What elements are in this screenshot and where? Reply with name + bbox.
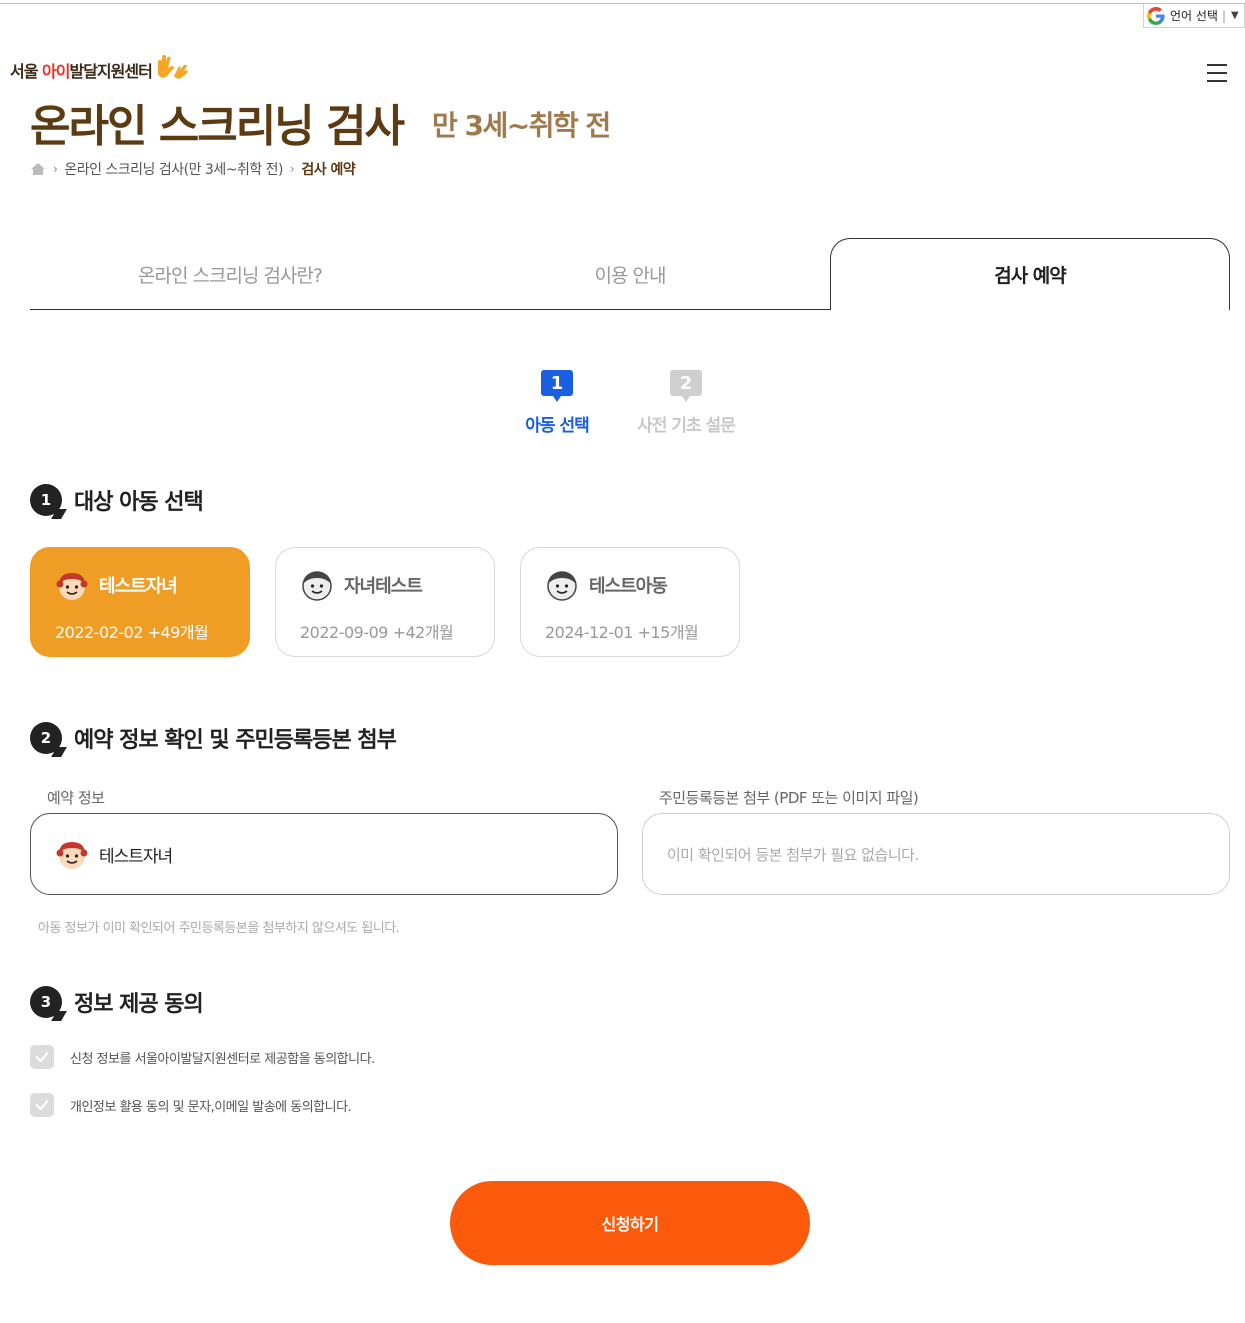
child-card[interactable]: 자녀테스트 2022-09-09 +42개월	[275, 547, 495, 657]
logo-text: 서울 아이발달지원센터	[10, 62, 153, 81]
child-name: 테스트아동	[589, 576, 668, 597]
attachment-placeholder: 이미 확인되어 등본 첨부가 필요 없습니다.	[667, 845, 919, 864]
child-birth-info: 2022-02-02 +49개월	[55, 623, 209, 642]
chevron-right-icon: ›	[290, 162, 295, 176]
child-card-selected[interactable]: 테스트자녀 2022-02-02 +49개월	[30, 547, 250, 657]
step-number: 2	[670, 370, 702, 402]
child-birth-info: 2024-12-01 +15개월	[545, 623, 699, 642]
section-heading: 3 정보 제공 동의	[30, 986, 204, 1018]
step-label: 아동 선택	[525, 416, 589, 436]
attachment-label: 주민등록등본 첨부 (PDF 또는 이미지 파일)	[659, 789, 919, 807]
section-title: 예약 정보 확인 및 주민등록등본 첨부	[74, 728, 397, 753]
section-title: 정보 제공 동의	[74, 992, 204, 1017]
page-title: 온라인 스크리닝 검사	[30, 101, 405, 152]
dropdown-arrow-icon: ▼	[1231, 10, 1239, 21]
section-heading: 1 대상 아동 선택	[30, 484, 204, 516]
tab-test-reservation[interactable]: 검사 예약	[830, 238, 1230, 310]
top-border	[0, 3, 1245, 4]
attachment-note: 아동 정보가 이미 확인되어 주민등록등본을 첨부하지 않으셔도 됩니다.	[38, 921, 400, 936]
google-icon	[1147, 6, 1165, 25]
language-label: 언어 선택	[1170, 9, 1218, 23]
center-logo[interactable]: 서울 아이발달지원센터	[10, 54, 188, 82]
hands-logo-icon	[157, 55, 188, 79]
section-number-badge: 2	[30, 722, 62, 754]
reservation-info-field: 테스트자녀	[30, 813, 618, 895]
tab-usage-guide[interactable]: 이용 안내	[430, 238, 830, 310]
agreement-checkbox[interactable]	[30, 1093, 54, 1117]
agreement-checkbox[interactable]	[30, 1045, 54, 1069]
reservation-child-name: 테스트자녀	[99, 846, 173, 867]
section-title: 대상 아동 선택	[74, 490, 204, 515]
breadcrumb: › 온라인 스크리닝 검사(만 3세~취학 전) › 검사 예약	[30, 159, 356, 179]
child-birth-info: 2022-09-09 +42개월	[300, 623, 454, 642]
language-selector[interactable]: 언어 선택 | ▼	[1143, 4, 1245, 28]
child-card[interactable]: 테스트아동 2024-12-01 +15개월	[520, 547, 740, 657]
agreement-row[interactable]: 신청 정보를 서울아이발달지원센터로 제공함을 동의합니다.	[30, 1045, 375, 1069]
tab-about-screening[interactable]: 온라인 스크리닝 검사란?	[30, 238, 430, 310]
chevron-right-icon: ›	[53, 162, 58, 176]
step-child-select: 1 아동 선택	[507, 370, 607, 436]
hamburger-menu-icon[interactable]	[1207, 64, 1227, 84]
child-avatar-icon	[56, 573, 88, 600]
child-avatar-icon	[56, 842, 88, 869]
attachment-field[interactable]: 이미 확인되어 등본 첨부가 필요 없습니다.	[642, 813, 1230, 895]
agreement-row[interactable]: 개인정보 활용 동의 및 문자,이메일 발송에 동의합니다.	[30, 1093, 352, 1117]
breadcrumb-item[interactable]: 온라인 스크리닝 검사(만 3세~취학 전)	[64, 159, 283, 179]
child-name: 테스트자녀	[99, 576, 178, 597]
tab-bar: 온라인 스크리닝 검사란? 이용 안내 검사 예약	[30, 238, 1230, 310]
check-icon	[35, 1052, 49, 1062]
language-separator: |	[1221, 8, 1227, 23]
submit-button[interactable]: 신청하기	[450, 1181, 810, 1265]
breadcrumb-current: 검사 예약	[301, 162, 356, 178]
step-pre-survey: 2 사전 기초 설문	[627, 370, 745, 436]
section-heading: 2 예약 정보 확인 및 주민등록등본 첨부	[30, 722, 397, 754]
agreement-text: 개인정보 활용 동의 및 문자,이메일 발송에 동의합니다.	[70, 1099, 352, 1115]
section-number-badge: 3	[30, 986, 62, 1018]
section-number-badge: 1	[30, 484, 62, 516]
home-icon[interactable]	[30, 162, 46, 176]
step-number: 1	[541, 370, 573, 402]
check-icon	[35, 1100, 49, 1110]
step-label: 사전 기초 설문	[637, 416, 736, 436]
reservation-info-label: 예약 정보	[47, 789, 105, 807]
page-subtitle: 만 3세~취학 전	[432, 109, 611, 142]
child-avatar-icon	[547, 571, 577, 601]
child-name: 자녀테스트	[344, 576, 423, 597]
agreement-text: 신청 정보를 서울아이발달지원센터로 제공함을 동의합니다.	[70, 1051, 375, 1067]
child-avatar-icon	[302, 571, 332, 601]
